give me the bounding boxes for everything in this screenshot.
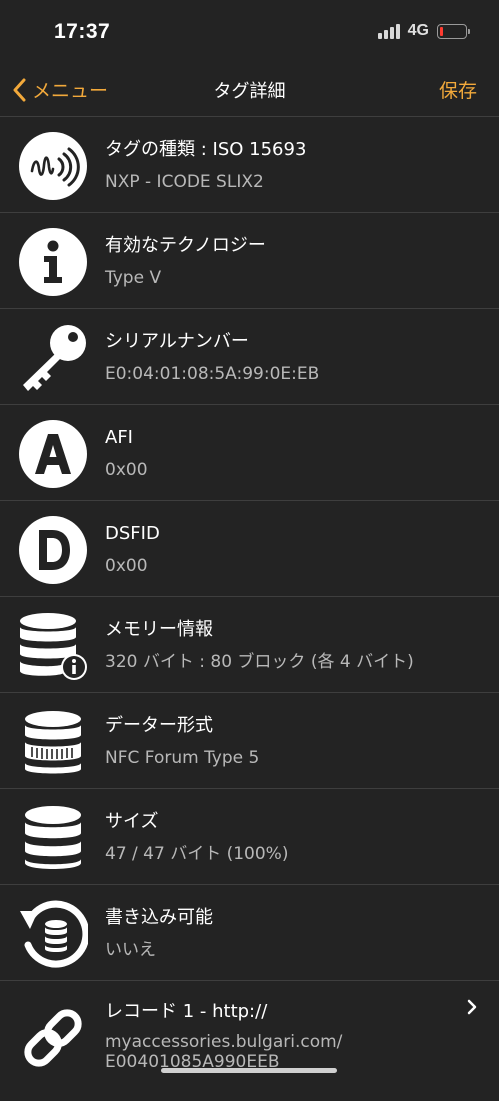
link-icon	[24, 1009, 82, 1067]
list-item-writable: 書き込み可能 いいえ	[0, 885, 499, 981]
key-icon	[23, 325, 86, 391]
row-value: 0x00	[105, 556, 148, 576]
list-item-data-format: データー形式 NFC Forum Type 5	[0, 693, 499, 789]
status-bar: 17:37 4G	[0, 0, 499, 62]
network-type: 4G	[407, 22, 429, 39]
row-title: 有効なテクノロジー	[105, 235, 266, 256]
row-value: 47 / 47 バイト (100%)	[105, 844, 289, 864]
row-value: NFC Forum Type 5	[105, 748, 260, 768]
signal-strength-icon	[377, 23, 400, 39]
row-value: E0:04:01:08:5A:99:0E:EB	[105, 364, 320, 384]
row-value: Type V	[105, 268, 162, 288]
list-item-afi: AFI 0x00	[0, 405, 499, 501]
row-title: 書き込み可能	[105, 907, 213, 928]
nfc-sound-icon	[19, 132, 87, 200]
row-value: 0x00	[105, 460, 148, 480]
navigation-bar: メニュー タグ詳細 保存	[0, 62, 499, 117]
list-item-memory-info: メモリー情報 320 バイト : 80 ブロック (各 4 バイト)	[0, 597, 499, 693]
row-title: AFI	[105, 427, 133, 448]
list-item-technology: 有効なテクノロジー Type V	[0, 213, 499, 309]
status-time: 17:37	[54, 20, 111, 43]
list-item-tag-type: タグの種類 : ISO 15693 NXP - ICODE SLIX2	[0, 117, 499, 213]
row-title: レコード 1 - http://	[105, 1001, 268, 1022]
row-title: サイズ	[105, 811, 159, 832]
tag-detail-list: タグの種類 : ISO 15693 NXP - ICODE SLIX2 有効なテ…	[0, 117, 499, 1101]
battery-icon	[437, 23, 470, 39]
database-format-icon	[25, 711, 81, 774]
chevron-right-icon	[467, 999, 477, 1015]
row-value: 320 バイト : 80 ブロック (各 4 バイト)	[105, 652, 414, 672]
row-title: メモリー情報	[105, 619, 213, 640]
letter-d-icon	[19, 516, 87, 584]
database-icon	[25, 806, 81, 869]
row-value: NXP - ICODE SLIX2	[105, 172, 264, 192]
row-title: DSFID	[105, 523, 160, 544]
home-indicator[interactable]	[161, 1068, 337, 1073]
row-value: いいえ	[105, 940, 156, 960]
info-icon	[19, 228, 87, 296]
status-indicators: 4G	[377, 22, 470, 40]
row-title: タグの種類 : ISO 15693	[105, 139, 307, 160]
save-button[interactable]: 保存	[439, 76, 477, 103]
list-item-dsfid: DSFID 0x00	[0, 501, 499, 597]
list-item-size: サイズ 47 / 47 バイト (100%)	[0, 789, 499, 885]
list-item-record-1[interactable]: レコード 1 - http:// myaccessories.bulgari.c…	[0, 981, 499, 1101]
database-info-icon	[20, 613, 87, 680]
page-title: タグ詳細	[213, 81, 286, 102]
battery-level	[440, 26, 443, 36]
row-title: シリアルナンバー	[105, 331, 249, 352]
letter-a-icon	[19, 420, 87, 488]
row-title: データー形式	[105, 715, 213, 736]
row-value: myaccessories.bulgari.com/ E00401085A990…	[105, 1032, 343, 1072]
database-refresh-icon	[20, 900, 88, 968]
list-item-serial-number: シリアルナンバー E0:04:01:08:5A:99:0E:EB	[0, 309, 499, 405]
